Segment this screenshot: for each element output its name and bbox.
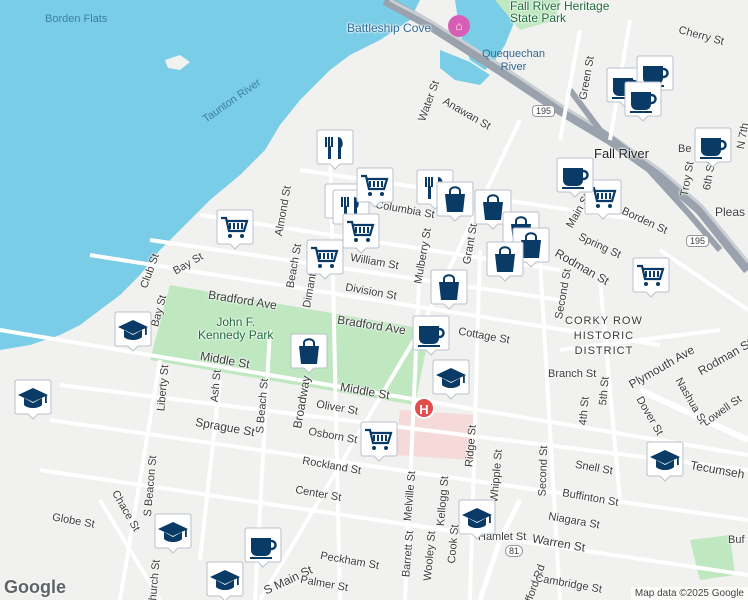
school-marker[interactable] (114, 310, 152, 352)
street-label: Pleas (715, 205, 746, 219)
restaurant-icon (316, 129, 354, 170)
graduation-cap-icon (458, 499, 496, 540)
grocery-marker[interactable] (360, 420, 398, 462)
school-marker[interactable] (646, 440, 684, 482)
shopping-marker[interactable] (436, 180, 474, 222)
battleship-cove-label[interactable]: Battleship Cove (347, 21, 431, 35)
grocery-marker[interactable] (216, 208, 254, 250)
borden-flats-label: Borden Flats (45, 13, 108, 25)
school-marker[interactable] (206, 560, 244, 600)
school-marker[interactable] (458, 498, 496, 540)
map-attribution[interactable]: Map data ©2025 Google (630, 587, 748, 600)
graduation-cap-icon (114, 311, 152, 352)
map-canvas[interactable]: Borden Flats Taunton River Battleship Co… (0, 0, 748, 600)
coffee-cup-icon (412, 315, 450, 356)
school-marker[interactable] (154, 512, 192, 554)
shopping-cart-icon (356, 167, 394, 208)
cafe-marker[interactable] (624, 80, 662, 122)
cafe-marker[interactable] (556, 156, 594, 198)
i195-shield: 195 (532, 105, 556, 117)
route-81-shield: 81 (505, 545, 524, 557)
shopping-bag-icon (290, 333, 328, 374)
school-marker[interactable] (14, 378, 52, 420)
museum-icon[interactable]: ⌂ (448, 15, 470, 37)
cafe-marker[interactable] (694, 126, 732, 168)
street-label: Be (678, 143, 692, 155)
grocery-marker[interactable] (632, 256, 670, 298)
shopping-bag-icon (486, 241, 524, 282)
coffee-cup-icon (694, 127, 732, 168)
shopping-cart-icon (306, 239, 344, 280)
quequechan-river-label: Quequechan River (482, 48, 545, 73)
i195-shield: 195 (686, 235, 710, 247)
graduation-cap-icon (206, 561, 244, 600)
jfk-park-label[interactable]: John F. Kennedy Park (198, 316, 273, 342)
cafe-marker[interactable] (244, 526, 282, 568)
coffee-cup-icon (624, 81, 662, 122)
corky-row-label: CORKY ROW HISTORIC DISTRICT (565, 315, 643, 357)
coffee-cup-icon (556, 157, 594, 198)
restaurant-marker[interactable] (316, 128, 354, 170)
cafe-marker[interactable] (412, 314, 450, 356)
grocery-marker[interactable] (356, 166, 394, 208)
shopping-marker[interactable] (290, 332, 328, 374)
street-label: Buf (728, 534, 745, 546)
graduation-cap-icon (646, 441, 684, 482)
shopping-cart-icon (342, 213, 380, 254)
shopping-cart-icon (360, 421, 398, 462)
shopping-cart-icon (216, 209, 254, 250)
google-logo: Google (4, 577, 66, 597)
hospital-icon[interactable]: H (413, 397, 435, 419)
fall-river-label: Fall River (594, 146, 649, 161)
grocery-marker[interactable] (342, 212, 380, 254)
shopping-marker[interactable] (486, 240, 524, 282)
graduation-cap-icon (432, 359, 470, 400)
shopping-bag-icon (436, 181, 474, 222)
street-label: Branch St (548, 368, 597, 380)
street-label: 4th St (577, 396, 592, 426)
school-marker[interactable] (432, 358, 470, 400)
street-label: 5th St (597, 376, 612, 406)
grocery-marker[interactable] (306, 238, 344, 280)
shopping-cart-icon (632, 257, 670, 298)
fall-river-heritage-label[interactable]: Fall River Heritage State Park (510, 0, 609, 24)
shopping-bag-icon (430, 269, 468, 310)
graduation-cap-icon (14, 379, 52, 420)
street-label: Second St (536, 445, 551, 497)
graduation-cap-icon (154, 513, 192, 554)
coffee-cup-icon (244, 527, 282, 568)
shopping-marker[interactable] (430, 268, 468, 310)
